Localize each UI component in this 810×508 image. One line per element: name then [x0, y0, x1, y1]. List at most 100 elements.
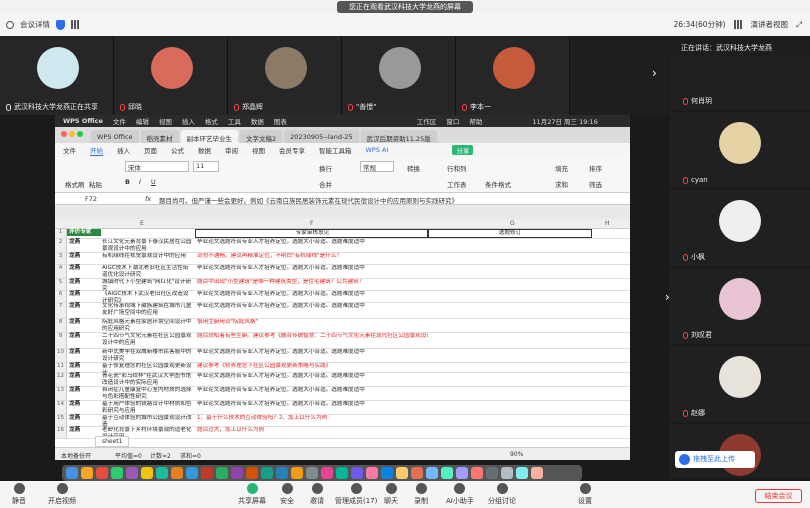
app-icon[interactable] — [321, 467, 333, 479]
cell[interactable]: 龙燕 — [67, 303, 101, 310]
app-icon[interactable] — [381, 467, 393, 479]
record-button[interactable]: 录制 — [414, 483, 428, 506]
cell[interactable]: 龙燕 — [67, 265, 101, 272]
app-icon[interactable] — [186, 467, 198, 479]
cell[interactable]: 城镇时代下小型建筑"网红化"设计研究 — [101, 279, 194, 291]
cell-reference[interactable]: F72 — [85, 195, 97, 203]
menubar-item[interactable]: 工作区 — [417, 116, 437, 126]
cell[interactable]: 龙燕 — [67, 291, 101, 298]
shield-icon[interactable] — [56, 19, 65, 30]
zoom-window-icon[interactable] — [77, 131, 83, 137]
participant-tile[interactable]: 武汉科技大学龙燕正在共享 — [0, 36, 114, 115]
app-icon[interactable] — [516, 467, 528, 479]
app-icon[interactable] — [246, 467, 258, 479]
close-window-icon[interactable] — [61, 131, 67, 137]
menubar-item[interactable]: 视图 — [159, 116, 172, 126]
cell[interactable]: 龙燕 — [67, 415, 101, 422]
tab-wps-home[interactable]: WPS Office — [91, 130, 139, 143]
filter-button[interactable]: 筛选 — [589, 179, 602, 189]
menubar-item[interactable]: 文件 — [113, 116, 126, 126]
wrap-button[interactable]: 换行 — [319, 163, 332, 173]
column-header[interactable]: G — [510, 220, 515, 227]
cell[interactable]: 题目过大，加上以什么为例 — [195, 427, 428, 434]
column-header[interactable]: F — [310, 220, 313, 227]
end-meeting-button[interactable]: 结束会议 — [755, 489, 802, 503]
app-icon[interactable] — [291, 467, 303, 479]
column-header[interactable]: H — [605, 220, 610, 227]
participant-tile[interactable]: "善憬" — [342, 36, 456, 115]
tab-daoke[interactable]: 稻壳素材 — [140, 130, 179, 143]
app-icon[interactable] — [456, 467, 468, 479]
app-icon[interactable] — [306, 467, 318, 479]
breakout-button[interactable]: 分组讨论 — [488, 483, 516, 506]
app-icon[interactable] — [336, 467, 348, 479]
app-icon[interactable] — [201, 467, 213, 479]
app-icon[interactable] — [486, 467, 498, 479]
sum-button[interactable]: 求和 — [555, 179, 568, 189]
cell[interactable]: 毕业论文选题符合专业人才培养定位。选题大小合适。选题难度适中 — [195, 265, 428, 272]
participant-tile[interactable]: 刘叹君 — [669, 268, 810, 344]
minimize-window-icon[interactable] — [69, 131, 75, 137]
app-icon[interactable] — [141, 467, 153, 479]
cell[interactable]: 毕业论文选题符合专业人才培养定位。选题大小合适。选题难度适中 — [195, 349, 428, 356]
menu-member[interactable]: 会员专享 — [279, 145, 305, 155]
cell[interactable]: 题目较松着有些生僻。建议参考《融合传统智慧：二十四节气文化元素在现代社区公园景观… — [195, 333, 428, 340]
participant-tile[interactable]: 邱晓 — [114, 36, 228, 115]
app-icon[interactable] — [471, 467, 483, 479]
chevron-right-icon[interactable]: › — [665, 290, 670, 304]
font-select[interactable]: 宋体 — [125, 161, 189, 172]
cell[interactable]: 专家审核意见 — [195, 229, 428, 238]
cell[interactable]: 毕业论文选题符合专业人才培养定位。选题大小合适。选题难度适中 — [195, 373, 428, 380]
font-size-select[interactable]: 11 — [193, 161, 219, 172]
app-icon[interactable] — [261, 467, 273, 479]
ai-assistant-button[interactable]: AI小助手 — [446, 483, 474, 506]
signal-icon[interactable] — [71, 20, 80, 29]
sheet-tab[interactable]: sheet1 — [95, 436, 130, 447]
app-icon[interactable] — [111, 467, 123, 479]
cell[interactable]: 龙燕 — [67, 349, 101, 356]
cell[interactable]: 龙燕 — [67, 363, 101, 370]
cell[interactable]: 毕业论文选题符合专业人才培养定位。选题大小合适。选题难度适中 — [195, 239, 428, 246]
cell[interactable]: 有机绿线在视觉景观设计中的应用 — [101, 253, 194, 265]
cell[interactable]: 建议参考《修养理念下社区公园景观更新策略与实践》 — [195, 363, 428, 370]
app-icon[interactable] — [126, 467, 138, 479]
menubar-item[interactable]: 窗口 — [446, 116, 459, 126]
tab-active-sheet[interactable]: 副本环艺毕业生 — [180, 130, 239, 143]
format-painter-button[interactable]: 格式刷 — [65, 179, 85, 189]
app-icon[interactable] — [216, 467, 228, 479]
cell[interactable]: 题目中出现"小型建筑"是哪一种建筑类型，是住宅建筑？公共建筑？ — [195, 279, 428, 286]
chat-button[interactable]: 聊天 — [384, 483, 398, 506]
menu-home[interactable]: 开始 — [90, 145, 103, 156]
participant-tile[interactable]: 何肖玥 — [669, 58, 810, 110]
fill-button[interactable]: 填充 — [555, 163, 568, 173]
cell[interactable]: 龙燕 — [67, 427, 101, 434]
cell[interactable]: 慎用生僻用词"院庭风格" — [195, 319, 428, 326]
convert-button[interactable]: 转换 — [407, 163, 420, 173]
cell[interactable]: 龙燕 — [67, 387, 101, 394]
cell[interactable]: 龙燕 — [67, 333, 101, 340]
participant-tile[interactable]: 李本一 — [456, 36, 570, 115]
menu-tools[interactable]: 智能工具箱 — [319, 145, 352, 155]
cell[interactable]: 词句不通畅。建议再精准定位，不明白"有机绿线"是什么？ — [195, 253, 428, 260]
cell[interactable]: 文化传承视域下藏族建筑在城市儿童友好广场空间中的应用 — [101, 303, 194, 319]
tab-doc2[interactable]: 文字文稿2 — [240, 130, 283, 143]
upload-button[interactable]: 拖拽至此上传 — [675, 451, 755, 468]
cell[interactable]: 毕业论文选题符合专业人才培养定位。选题大小合适。选题难度适中 — [195, 303, 428, 310]
menubar-item[interactable]: 数据 — [251, 116, 264, 126]
cell[interactable]: 基于修复理念的社区公园景观更新设计 — [101, 363, 194, 373]
app-icon[interactable] — [66, 467, 78, 479]
info-icon[interactable] — [6, 20, 14, 29]
worksheet-button[interactable]: 工作表 — [447, 179, 467, 189]
menu-review[interactable]: 审阅 — [225, 145, 238, 155]
participant-tile[interactable]: cyan — [669, 112, 810, 188]
app-icon[interactable] — [531, 467, 543, 479]
app-icon[interactable] — [351, 467, 363, 479]
invite-button[interactable]: 邀请 — [310, 483, 324, 506]
tab-land[interactable]: 20230905--land-25 — [284, 130, 359, 143]
bold-button[interactable]: B — [125, 178, 130, 186]
cell[interactable]: 毕业论文选题符合专业人才培养定位。选题大小合适。选题难度适中 — [195, 401, 428, 408]
menubar-item[interactable]: 帮助 — [469, 116, 482, 126]
cell[interactable]: 基于用户体验的铁路设计中材质和色彩研究与应用 — [101, 401, 194, 415]
underline-button[interactable]: U — [151, 178, 156, 186]
menubar-item[interactable]: 编辑 — [136, 116, 149, 126]
